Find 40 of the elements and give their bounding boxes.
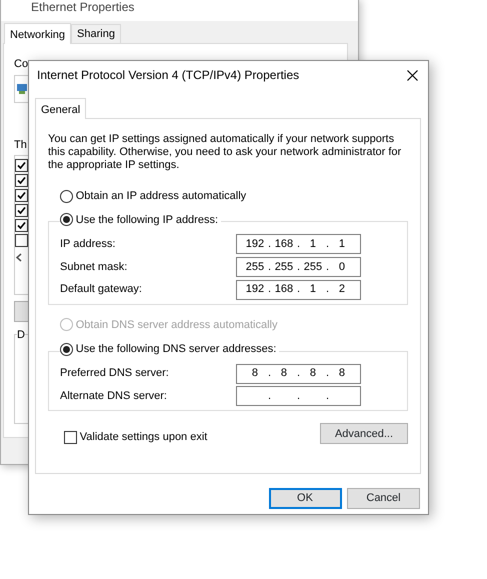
field-label: IP address: xyxy=(60,236,116,252)
checkbox[interactable] xyxy=(15,204,28,217)
checkbox[interactable] xyxy=(15,174,28,187)
close-icon[interactable] xyxy=(407,70,418,80)
section-label: Co xyxy=(14,57,28,72)
ip-address-field[interactable]: 192 . 168 . 1 . 2 xyxy=(236,280,361,300)
section-label: Th xyxy=(14,138,27,152)
ip-address-field[interactable]: 192 . 168 . 1 . 1 xyxy=(236,234,361,254)
checkbox[interactable] xyxy=(15,219,28,232)
dialog-button[interactable]: Cancel xyxy=(347,488,420,509)
scroll-left-icon[interactable] xyxy=(15,252,23,262)
tab[interactable]: General xyxy=(35,98,86,119)
radio-label: Use the following IP address: xyxy=(76,212,218,228)
checkbox[interactable] xyxy=(15,189,28,202)
radio-label: Obtain an IP address automatically xyxy=(76,189,246,204)
checkbox[interactable] xyxy=(15,234,28,247)
description-text: You can get IP settings assigned automatically if your network supports this capability. Otherwise, you need to ask your network administrator for the appropriate IP settings. xyxy=(48,133,402,172)
group-label: D xyxy=(17,329,25,341)
window-title: Ethernet Properties xyxy=(31,0,134,14)
field-label: Subnet mask: xyxy=(60,260,128,274)
ip-address-field[interactable]: . . . xyxy=(236,386,361,406)
tab[interactable]: Sharing xyxy=(71,24,121,43)
field-label: Default gateway: xyxy=(60,282,142,298)
radio-button[interactable] xyxy=(60,342,73,356)
dialog-button[interactable]: OK xyxy=(268,488,342,509)
advanced-button[interactable]: Advanced... xyxy=(320,423,408,444)
tab[interactable]: Networking xyxy=(4,23,72,44)
radio-label: Use the following DNS server addresses: xyxy=(76,342,276,357)
radio-button[interactable] xyxy=(60,190,73,203)
checkbox-label: Validate settings upon exit xyxy=(80,430,208,446)
checkbox[interactable] xyxy=(64,431,77,444)
checkbox[interactable] xyxy=(15,159,28,172)
radio-button[interactable] xyxy=(60,213,73,226)
radio-label: Obtain DNS server address automatically xyxy=(76,318,278,332)
network-adapter-icon xyxy=(17,84,27,94)
dialog-title: Internet Protocol Version 4 (TCP/IPv4) Properties xyxy=(37,67,300,84)
ip-address-field[interactable]: 8 . 8 . 8 . 8 xyxy=(236,364,361,384)
ip-address-field[interactable]: 255 . 255 . 255 . 0 xyxy=(236,256,361,277)
field-label: Preferred DNS server: xyxy=(60,366,169,382)
field-label: Alternate DNS server: xyxy=(60,389,167,404)
